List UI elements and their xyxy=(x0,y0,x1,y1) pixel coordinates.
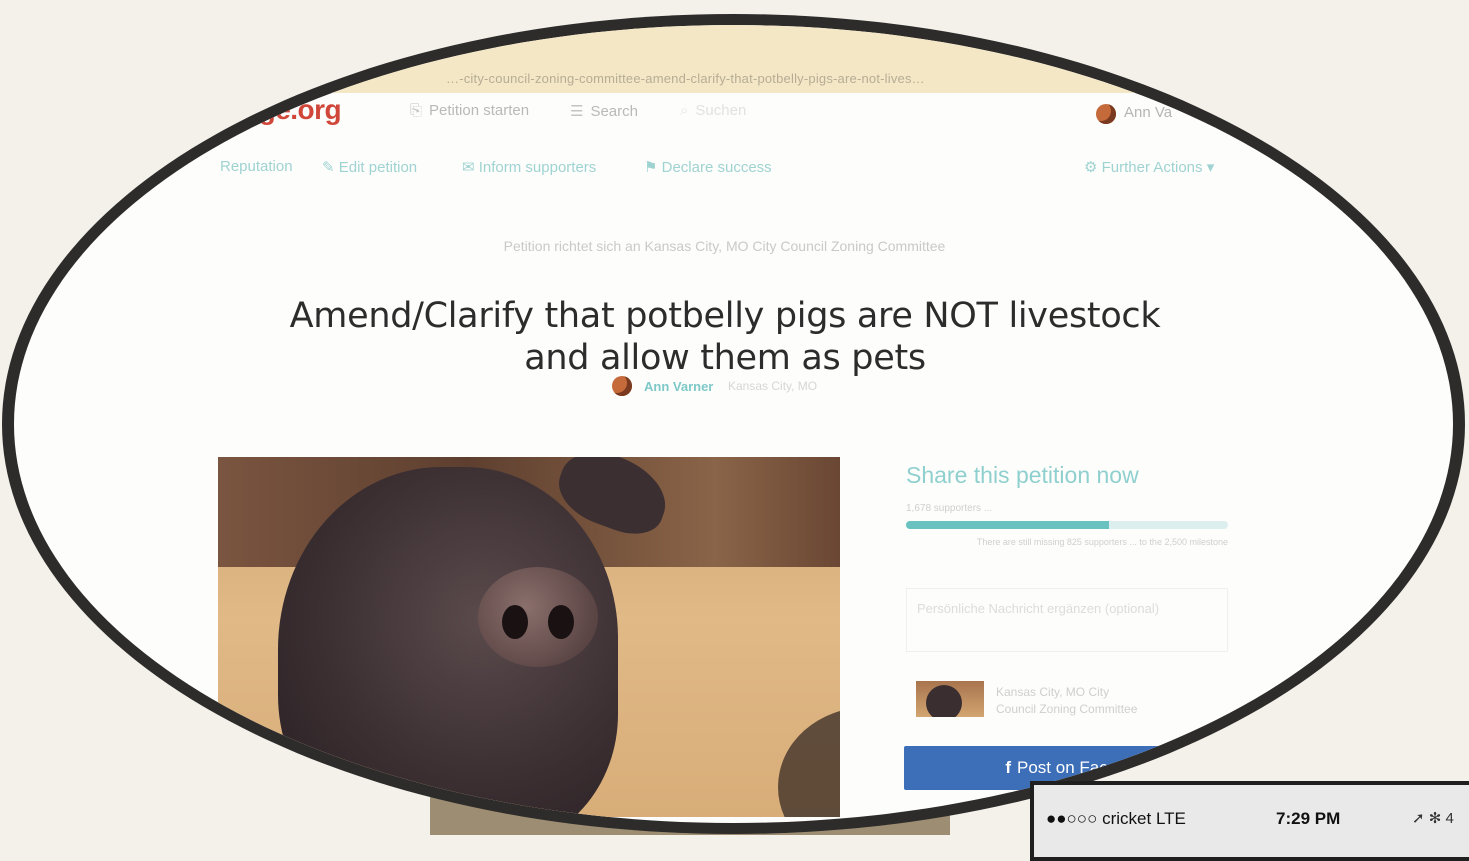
petition-title: Amend/Clarify that potbelly pigs are NOT… xyxy=(289,296,1161,379)
progress-fill xyxy=(906,521,1109,529)
target-name: Kansas City, MO City Council Zoning Comm… xyxy=(996,685,1138,716)
target-thumbnail xyxy=(916,681,984,717)
photo-shadow xyxy=(778,707,840,817)
share-heading: Share this petition now xyxy=(906,462,1139,488)
search-link[interactable]: ☰ Search xyxy=(570,102,638,120)
screenshot-oval-frame: …-city-council-zoning-committee-amend-cl… xyxy=(2,14,1465,834)
search-icon: ⌕ xyxy=(680,102,689,119)
signal-strength-icon: ●●○○○ xyxy=(1046,809,1098,828)
further-actions-dropdown[interactable]: ⚙ Further Actions ▾ xyxy=(1084,158,1214,176)
supporter-count: 1,678 supporters ... xyxy=(906,503,993,514)
progress-note: There are still missing 825 supporters .… xyxy=(976,537,1228,547)
gear-icon: ⚙ xyxy=(1084,159,1098,176)
author-name[interactable]: Ann Varner xyxy=(644,379,713,394)
user-avatar[interactable] xyxy=(1096,104,1116,124)
author-avatar[interactable] xyxy=(612,376,632,396)
start-petition-link[interactable]: ⎘ Petition starten xyxy=(410,102,529,119)
inform-supporters-link[interactable]: ✉ Inform supporters xyxy=(462,158,596,176)
personal-message-input[interactable]: Persönliche Nachricht ergänzen (optional… xyxy=(906,588,1228,652)
pig-nostril xyxy=(502,605,528,639)
flag-icon: ⚑ xyxy=(644,159,658,176)
location-bluetooth-icons: ➚ ✻ 4 xyxy=(1412,810,1454,827)
site-logo[interactable]: nge.org xyxy=(242,94,342,126)
carrier-info: ●●○○○ cricket LTE xyxy=(1046,809,1186,828)
author-location: Kansas City, MO xyxy=(728,379,818,393)
reputation-link[interactable]: Reputation xyxy=(220,158,293,175)
menu-icon: ☰ xyxy=(570,103,584,120)
supporter-progress-bar xyxy=(906,521,1228,529)
pig-snout xyxy=(478,567,598,667)
facebook-icon: f xyxy=(1005,758,1012,777)
pencil-icon: ✎ xyxy=(322,159,335,176)
user-name[interactable]: Ann Va xyxy=(1124,104,1172,121)
petition-target: Petition richtet sich an Kansas City, MO… xyxy=(503,238,946,254)
petition-photo xyxy=(218,457,840,817)
chevron-down-icon: ▾ xyxy=(1206,159,1215,176)
search-input[interactable]: ⌕ Suchen xyxy=(680,102,746,119)
document-icon: ⎘ xyxy=(410,102,423,119)
phone-status-bar: ●●○○○ cricket LTE 7:29 PM ➚ ✻ 4 xyxy=(1030,781,1469,861)
mail-icon: ✉ xyxy=(462,159,475,176)
petition-page: nge.org ⎘ Petition starten ☰ Search ⌕ Suche… xyxy=(14,25,1453,823)
declare-success-link[interactable]: ⚑ Declare success xyxy=(644,158,772,176)
phone-clock: 7:29 PM xyxy=(1276,809,1341,828)
pig-nostril xyxy=(548,605,574,639)
thumbnail-pig xyxy=(926,685,962,717)
browser-screenshot: …-city-council-zoning-committee-amend-cl… xyxy=(14,25,1453,823)
edit-petition-link[interactable]: ✎ Edit petition xyxy=(322,158,417,176)
